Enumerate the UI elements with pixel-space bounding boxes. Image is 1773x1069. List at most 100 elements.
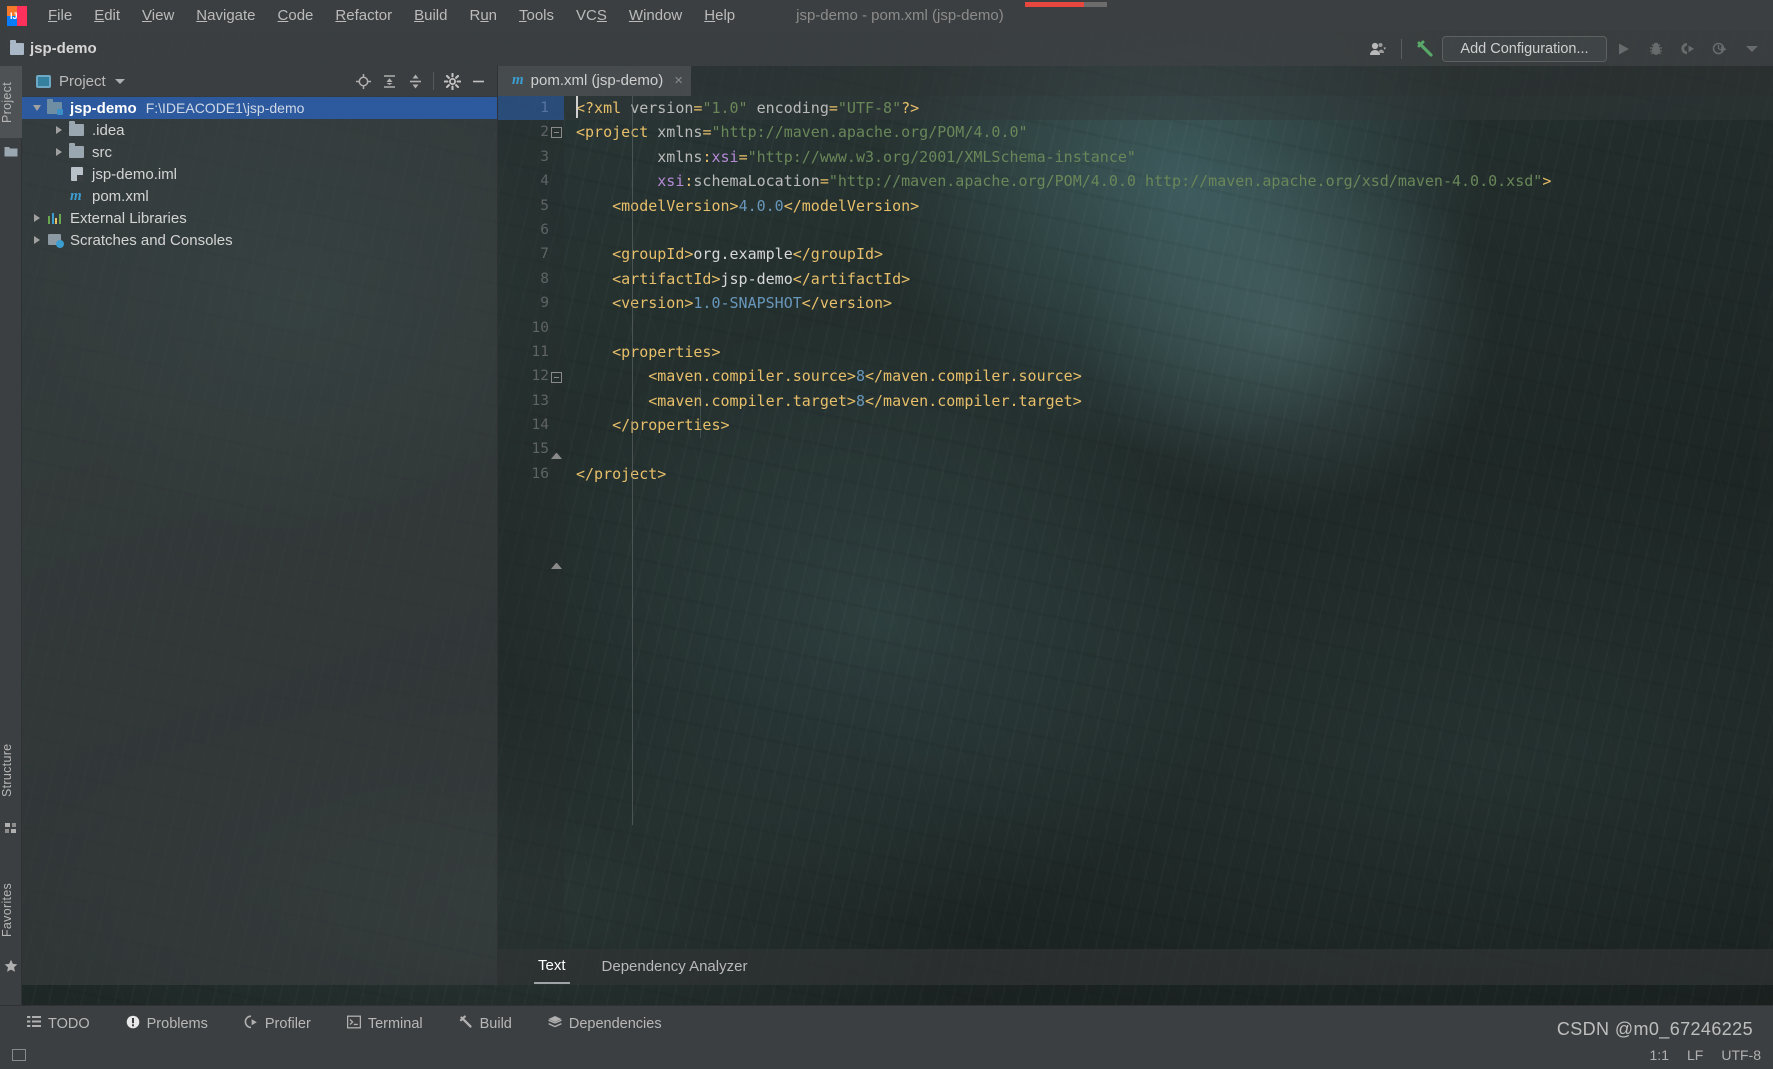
bottom-item-profiler[interactable]: Profiler <box>239 1012 316 1036</box>
code-line-3: xmlns:xsi="http://www.w3.org/2001/XMLSch… <box>657 147 1136 166</box>
indent-guide <box>700 389 701 438</box>
user-account-icon[interactable] <box>1363 36 1393 62</box>
code-line-9: <version>1.0-SNAPSHOT</version> <box>612 294 893 313</box>
run-with-coverage-icon[interactable] <box>1673 36 1703 62</box>
code-line-5: <modelVersion>4.0.0</modelVersion> <box>612 196 920 215</box>
chevron-right-icon[interactable] <box>28 236 46 244</box>
code-line-13: <maven.compiler.target>8</maven.compiler… <box>648 391 1082 410</box>
tree-item-scratches-and-consoles[interactable]: Scratches and Consoles <box>22 229 497 251</box>
bottom-item-label: TODO <box>48 1015 90 1032</box>
editor-tab-pom-xml[interactable]: m pom.xml (jsp-demo) × <box>498 66 691 96</box>
scroll-from-source-icon[interactable] <box>350 69 376 93</box>
project-folder-icon <box>10 39 24 55</box>
project-panel-header: Project <box>22 66 497 96</box>
bottom-item-label: Problems <box>146 1015 208 1032</box>
tab-text[interactable]: Text <box>534 951 570 984</box>
menu-file[interactable]: File <box>37 2 83 30</box>
menu-tools[interactable]: Tools <box>508 2 565 30</box>
line-number: 11 <box>531 343 549 360</box>
project-panel-actions <box>350 69 497 93</box>
bottom-item-todo[interactable]: TODO <box>22 1012 95 1036</box>
bottom-tool-window-bar: TODO Problems Profiler Terminal Build De… <box>0 1005 1773 1041</box>
menu-build[interactable]: Build <box>403 2 458 30</box>
status-line-separator[interactable]: LF <box>1687 1047 1703 1063</box>
settings-gear-icon[interactable] <box>439 69 465 93</box>
tree-item-external-libraries[interactable]: External Libraries <box>22 207 497 229</box>
watermark: CSDN @m0_67246225 <box>1556 1019 1753 1039</box>
chevron-down-icon[interactable] <box>114 78 125 84</box>
status-caret-position[interactable]: 1:1 <box>1650 1047 1669 1063</box>
chevron-right-icon[interactable] <box>50 148 68 156</box>
breadcrumb[interactable]: jsp-demo <box>0 39 97 57</box>
debug-bug-icon[interactable] <box>1641 36 1671 62</box>
bottom-item-terminal[interactable]: Terminal <box>342 1012 428 1036</box>
tree-item-label: jsp-demo.iml <box>92 165 178 183</box>
bottom-item-build[interactable]: Build <box>454 1012 517 1036</box>
editor-scrollbar-markers[interactable] <box>1759 126 1773 979</box>
chevron-down-icon[interactable] <box>28 105 46 111</box>
menu-run[interactable]: Run <box>458 2 508 30</box>
line-number: 5 <box>540 197 549 214</box>
tree-item-jsp-demo-iml[interactable]: jsp-demo.iml <box>22 163 497 185</box>
menu-help[interactable]: Help <box>693 2 746 30</box>
sidebar-item-project[interactable]: Project <box>0 66 22 138</box>
tree-item-label: src <box>92 143 112 161</box>
menu-window[interactable]: Window <box>618 2 693 30</box>
editor-bottom-tab-bar: Text Dependency Analyzer <box>498 949 1773 985</box>
bottom-item-problems[interactable]: Problems <box>121 1012 213 1036</box>
run-icon[interactable] <box>1609 36 1639 62</box>
tree-item-path: F:\IDEACODE1\jsp-demo <box>145 100 305 116</box>
menu-refactor[interactable]: Refactor <box>324 2 403 30</box>
sidebar-item-structure[interactable]: Structure <box>0 726 22 814</box>
bottom-item-dependencies[interactable]: Dependencies <box>543 1012 667 1036</box>
tree-item-src[interactable]: src <box>22 141 497 163</box>
line-number: 14 <box>531 417 549 434</box>
sidebar-item-favorites[interactable]: Favorites <box>0 866 22 954</box>
chevron-right-icon[interactable] <box>50 126 68 134</box>
hide-panel-icon[interactable] <box>465 69 491 93</box>
menu-code[interactable]: Code <box>267 2 325 30</box>
code-fold-collapse-icon[interactable] <box>551 372 562 383</box>
chevron-right-icon[interactable] <box>28 214 46 222</box>
code-line-8: <artifactId>jsp-demo</artifactId> <box>612 269 911 288</box>
tree-item-label: pom.xml <box>92 187 149 205</box>
project-folder-icon <box>4 144 18 158</box>
expand-all-icon[interactable] <box>402 69 428 93</box>
menu-edit[interactable]: Edit <box>83 2 131 30</box>
menu-view[interactable]: View <box>131 2 185 30</box>
folder-icon <box>68 121 86 138</box>
line-number: 13 <box>531 392 549 409</box>
code-line-1: <?xml version="1.0" encoding="UTF-8"?> <box>564 96 1773 121</box>
external-libraries-icon <box>46 210 64 226</box>
chevron-down-icon[interactable] <box>1737 36 1767 62</box>
tree-item-pom-xml[interactable]: m pom.xml <box>22 185 497 207</box>
code-line-14: </properties> <box>612 416 730 435</box>
project-panel-title-group[interactable]: Project <box>22 73 200 90</box>
scratches-icon <box>46 232 64 248</box>
intellij-idea-logo-icon: IJ <box>7 5 27 26</box>
code-fold-end-icon[interactable] <box>551 448 562 459</box>
line-number-gutter[interactable]: 1 2 3 4 5 6 7 8 9 10 11 12 13 14 15 16 <box>498 96 564 949</box>
menu-navigate[interactable]: Navigate <box>185 2 266 30</box>
code-line-4: xsi:schemaLocation="http://maven.apache.… <box>657 172 1552 191</box>
indent-guide <box>632 96 633 825</box>
code-text-area[interactable]: <?xml version="1.0" encoding="UTF-8"?> <… <box>564 96 1773 949</box>
toggle-tool-windows-icon[interactable] <box>12 1049 26 1061</box>
status-encoding[interactable]: UTF-8 <box>1721 1047 1761 1063</box>
close-icon[interactable]: × <box>674 72 683 89</box>
tree-item-jsp-demo[interactable]: jsp-demo F:\IDEACODE1\jsp-demo <box>22 97 497 119</box>
profile-icon[interactable] <box>1705 36 1735 62</box>
collapse-all-icon[interactable] <box>376 69 402 93</box>
code-fold-end-icon[interactable] <box>551 558 562 569</box>
build-hammer-icon[interactable] <box>1410 36 1440 62</box>
menu-vcs[interactable]: VCS <box>565 2 618 30</box>
navigation-toolbar: jsp-demo Add Configuration... <box>0 31 1773 66</box>
add-configuration-button[interactable]: Add Configuration... <box>1442 35 1607 62</box>
favorites-star-icon <box>4 959 18 973</box>
project-panel-title: Project <box>59 72 106 90</box>
tab-dependency-analyzer[interactable]: Dependency Analyzer <box>598 952 752 983</box>
code-fold-collapse-icon[interactable] <box>551 127 562 138</box>
tree-item-idea[interactable]: .idea <box>22 119 497 141</box>
line-number: 3 <box>540 148 549 165</box>
